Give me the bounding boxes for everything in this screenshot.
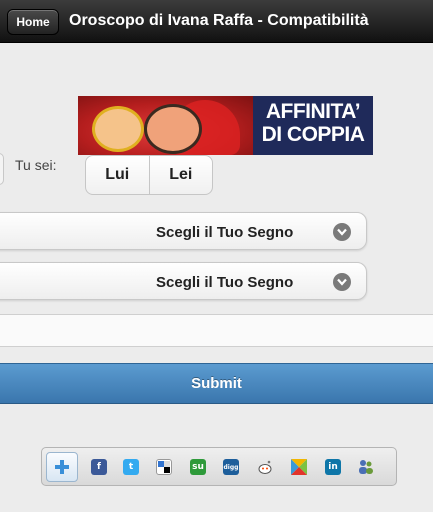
sign-select-1[interactable]: Scegli il Tuo Segno [0,212,367,250]
twitter-icon[interactable]: t [123,459,139,475]
page-title: Oroscopo di Ivana Raffa - Compatibilità [69,12,369,29]
option-lui[interactable]: Lui [86,156,149,194]
submit-button[interactable]: Submit [0,363,433,404]
digg-icon[interactable]: digg [223,459,239,475]
banner-text: AFFINITA’ DI COPPIA [253,100,373,146]
girl-figure [92,106,144,152]
linkedin-icon[interactable]: in [325,459,341,475]
reddit-icon[interactable] [257,459,273,475]
result-field[interactable] [0,314,433,347]
plus-icon [55,460,69,474]
share-toolbar: f t su digg in [41,447,397,486]
chevron-down-icon [333,273,351,291]
banner-line-1: AFFINITA’ [265,100,361,123]
couple-illustration [78,96,253,155]
affinity-banner: AFFINITA’ DI COPPIA [78,96,373,155]
share-add-button[interactable] [46,452,78,482]
facebook-icon[interactable]: f [91,459,107,475]
stumbleupon-icon[interactable]: su [190,459,206,475]
chevron-down-icon [333,223,351,241]
gender-label: Tu sei: [15,157,57,173]
delicious-icon[interactable] [156,459,172,475]
option-lei[interactable]: Lei [148,156,213,194]
sign-select-2[interactable]: Scegli il Tuo Segno [0,262,367,300]
left-edge-control [0,153,4,185]
banner-line-2: DI COPPIA [261,123,365,146]
header-bar: Home Oroscopo di Ivana Raffa - Compatibi… [0,0,433,43]
myspace-icon[interactable] [358,459,374,475]
sign-select-label: Scegli il Tuo Segno [156,274,294,291]
boy-figure [144,104,202,154]
kaboodle-icon[interactable] [291,459,307,475]
gender-selector: Lui Lei [85,155,213,195]
home-button[interactable]: Home [7,9,59,35]
sign-select-label: Scegli il Tuo Segno [156,224,294,241]
